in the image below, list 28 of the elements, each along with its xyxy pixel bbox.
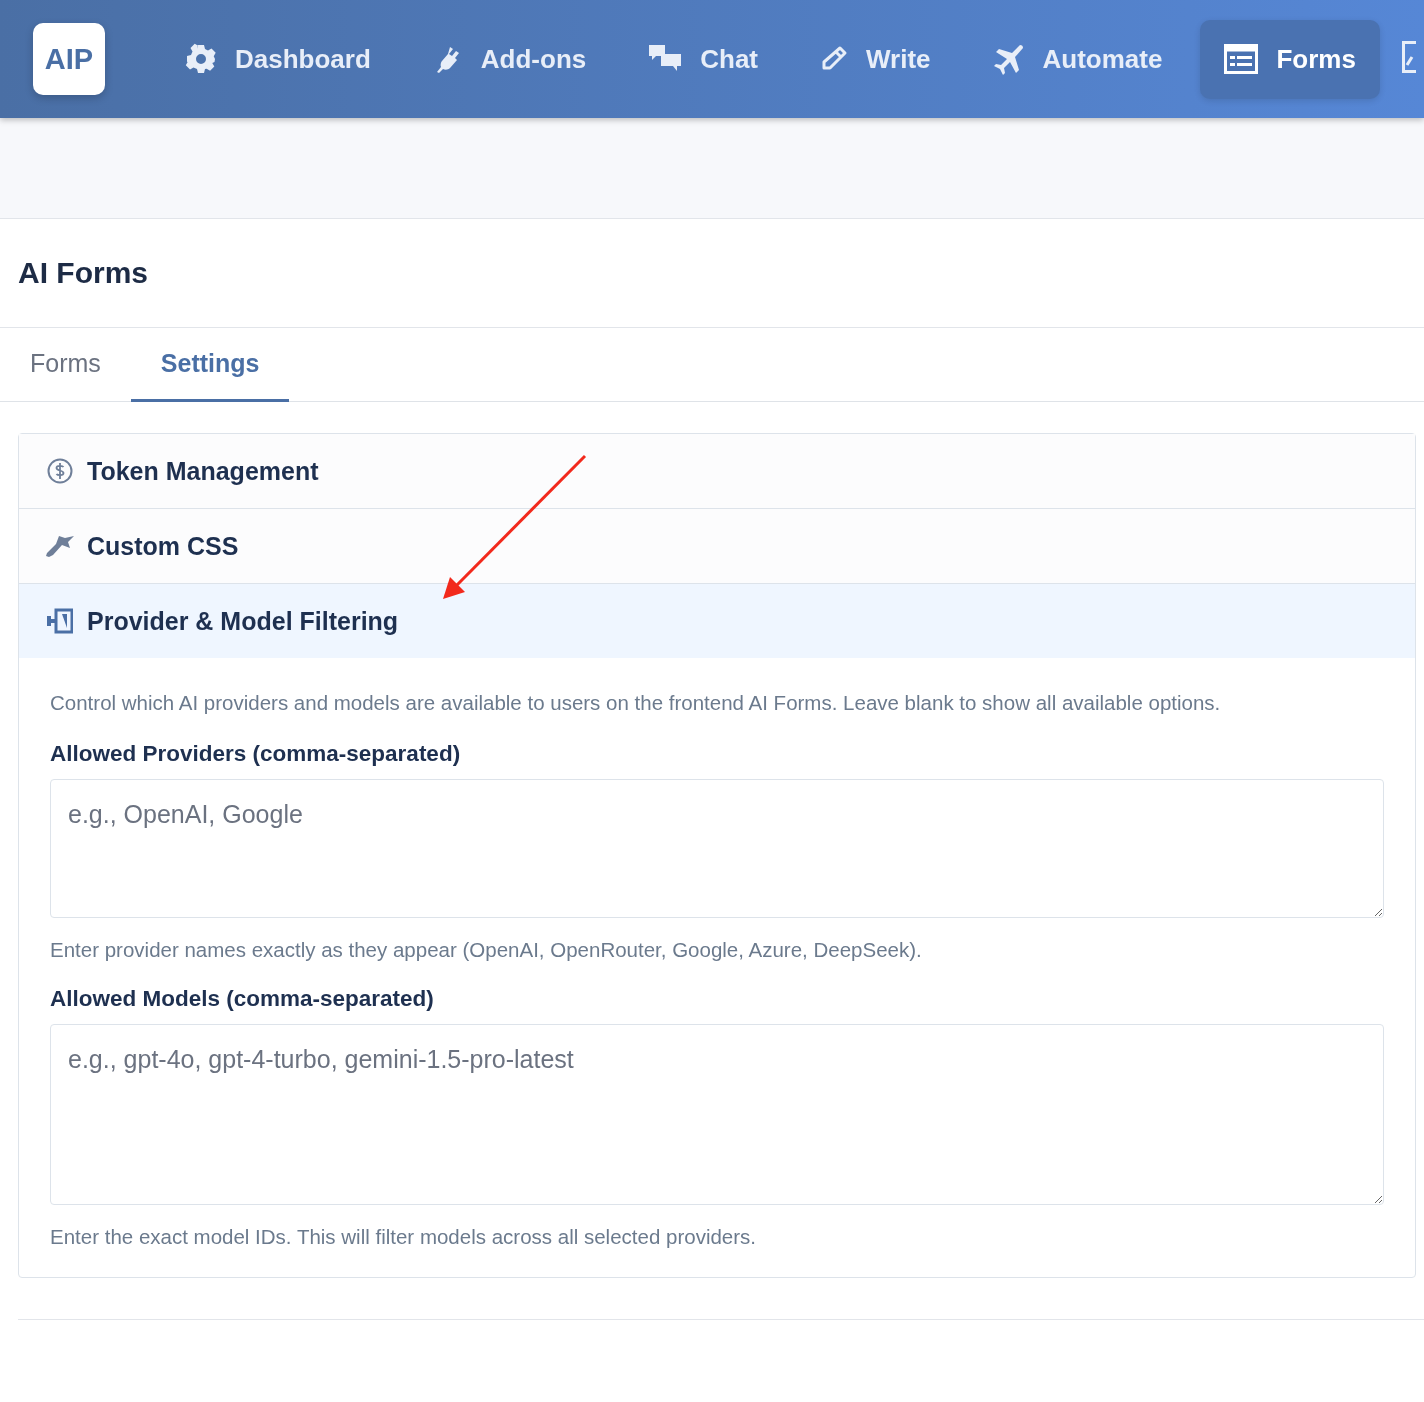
help-text: Enter the exact model IDs. This will filter models across all selected providers. [50, 1225, 757, 1249]
pencil-icon [820, 45, 848, 73]
input-field[interactable]: e.g., OpenAI, Google [50, 779, 1384, 918]
page-title: AI Forms [18, 256, 149, 290]
gear-icon [185, 43, 217, 75]
description: Control which AI providers and models are available to users on the frontend AI Forms. Leave blank to show all available options. [50, 690, 1222, 716]
form-icon [1224, 44, 1259, 74]
airplane-icon [992, 43, 1025, 75]
filter-panel-icon [47, 608, 73, 634]
dollar-circle-icon [47, 458, 73, 484]
section-title: Token Management [87, 456, 319, 486]
tab[interactable]: Settings [130, 328, 290, 402]
nav-item[interactable]: Forms [1200, 19, 1380, 99]
section-title: Provider & Model Filtering [87, 606, 399, 636]
nav-item[interactable]: Add-ons [408, 19, 611, 99]
logo[interactable]: AIP [33, 23, 105, 95]
paintbrush-icon [45, 533, 75, 559]
input-field[interactable]: e.g., gpt-4o, gpt-4-turbo, gemini-1.5-pro-latest [50, 1024, 1384, 1205]
help-text: Enter provider names exactly as they appear (OpenAI, OpenRouter, Google, Azure, DeepSeek). [50, 938, 923, 962]
nav-item[interactable]: Dashboard [161, 19, 395, 99]
nav-item[interactable]: Automate [968, 19, 1187, 99]
accordion-header[interactable]: Provider & Model Filtering [19, 583, 1415, 658]
field-label: Allowed Providers (comma-separated) [50, 741, 462, 767]
section-title: Custom CSS [87, 531, 239, 561]
nav-item[interactable]: Write [796, 19, 955, 99]
tab[interactable]: Forms [0, 328, 131, 402]
field-label: Allowed Models (comma-separated) [50, 986, 435, 1012]
nav-item[interactable]: Chat [624, 19, 782, 99]
